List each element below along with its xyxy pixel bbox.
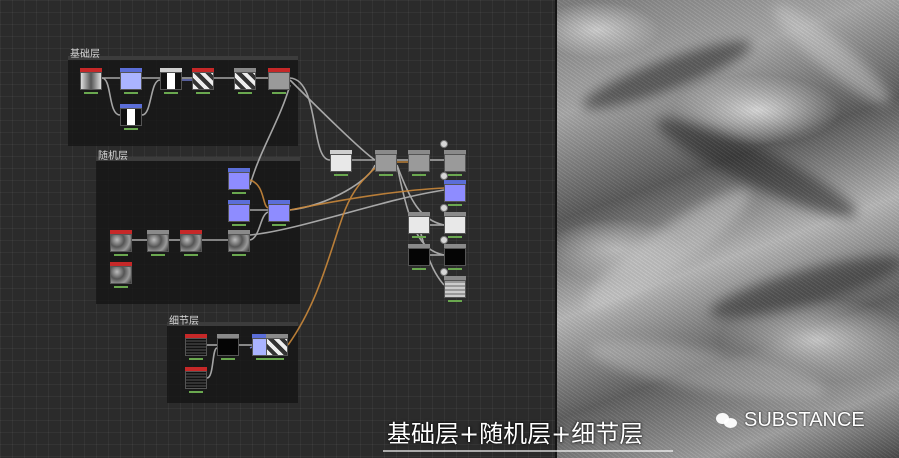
wire <box>287 167 376 346</box>
graph-node[interactable] <box>408 212 430 238</box>
graph-node[interactable] <box>266 334 288 360</box>
graph-node[interactable] <box>120 104 142 130</box>
wire <box>289 187 445 211</box>
graph-node[interactable] <box>110 262 132 288</box>
wechat-icon <box>716 411 738 429</box>
output-node-icon[interactable] <box>440 204 448 212</box>
graph-node[interactable] <box>444 276 466 302</box>
graph-node[interactable] <box>234 68 256 94</box>
caption-text: 基础层+随机层+细节层 <box>387 420 644 448</box>
graph-node[interactable] <box>185 334 207 360</box>
graph-node[interactable] <box>444 244 466 270</box>
graph-node[interactable] <box>444 180 466 206</box>
output-node-icon[interactable] <box>440 236 448 244</box>
material-preview-image <box>557 0 899 458</box>
graph-node[interactable] <box>268 68 290 94</box>
graph-node[interactable] <box>330 150 352 176</box>
output-node-icon[interactable] <box>440 140 448 148</box>
caption-underline <box>383 450 673 452</box>
watermark: SUBSTANCE <box>716 408 865 432</box>
frame-base-layer[interactable] <box>68 56 298 146</box>
graph-node[interactable] <box>147 230 169 256</box>
wire <box>289 79 376 161</box>
graph-node[interactable] <box>160 68 182 94</box>
graph-node[interactable] <box>228 230 250 256</box>
graph-node[interactable] <box>408 244 430 270</box>
output-node-icon[interactable] <box>440 268 448 276</box>
graph-node[interactable] <box>80 68 102 94</box>
graph-node[interactable] <box>408 150 430 176</box>
graph-node[interactable] <box>228 168 250 194</box>
node-graph-canvas[interactable]: 基础层 随机层 细节层 <box>0 0 555 458</box>
graph-node[interactable] <box>185 367 207 393</box>
output-node-icon[interactable] <box>440 172 448 180</box>
graph-node[interactable] <box>444 212 466 238</box>
wire <box>396 164 445 256</box>
frame-base-layer-label: 基础层 <box>70 49 100 60</box>
graph-node[interactable] <box>110 230 132 256</box>
graph-node[interactable] <box>180 230 202 256</box>
watermark-text: SUBSTANCE <box>744 408 865 431</box>
graph-node[interactable] <box>444 150 466 176</box>
frame-random-layer-label: 随机层 <box>98 151 128 162</box>
graph-node[interactable] <box>217 334 239 360</box>
graph-node[interactable] <box>192 68 214 94</box>
graph-node[interactable] <box>120 68 142 94</box>
graph-node[interactable] <box>268 200 290 226</box>
graph-node[interactable] <box>375 150 397 176</box>
graph-node[interactable] <box>228 200 250 226</box>
frame-detail-layer-label: 细节层 <box>169 316 199 327</box>
